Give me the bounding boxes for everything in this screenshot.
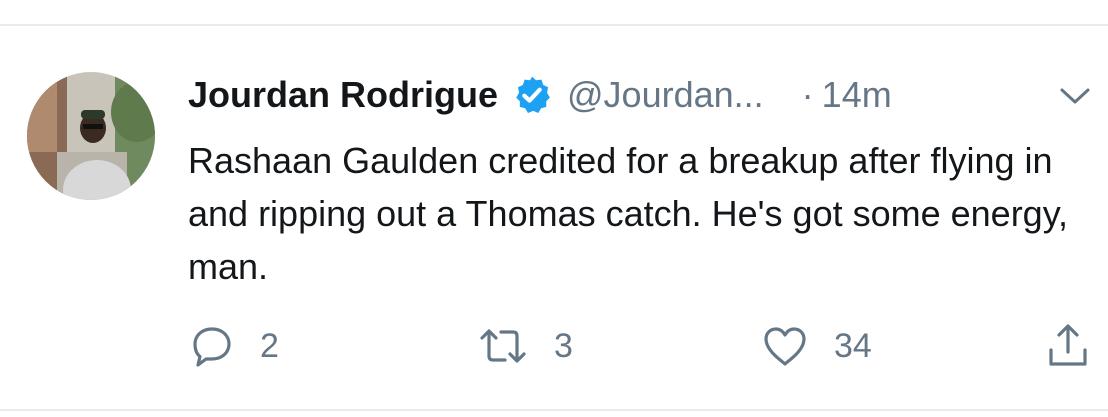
like-button[interactable]: 34	[762, 320, 872, 372]
heart-icon	[764, 327, 806, 366]
bottom-divider	[0, 409, 1108, 411]
tweet-header: Jourdan Rodrigue @Jourdan... · 14m	[188, 70, 892, 120]
avatar[interactable]	[27, 72, 155, 200]
share-button[interactable]	[1046, 320, 1090, 372]
display-name[interactable]: Jourdan Rodrigue	[188, 74, 498, 116]
tweet-text: Rashaan Gaulden credited for a breakup a…	[188, 140, 1069, 287]
verified-badge-icon	[516, 76, 550, 114]
retweet-count: 3	[554, 326, 573, 365]
retweet-icon	[480, 329, 526, 363]
like-count: 34	[834, 326, 872, 365]
share-icon	[1049, 324, 1087, 366]
reply-icon	[193, 327, 231, 367]
reply-button[interactable]: 2	[190, 320, 279, 372]
timestamp[interactable]: 14m	[822, 74, 892, 116]
chevron-down-icon[interactable]	[1058, 84, 1092, 108]
retweet-button[interactable]: 3	[478, 320, 573, 372]
top-divider	[0, 24, 1108, 26]
reply-count: 2	[260, 326, 279, 365]
user-handle[interactable]: @Jourdan...	[567, 74, 764, 116]
separator-dot: ·	[801, 74, 814, 115]
